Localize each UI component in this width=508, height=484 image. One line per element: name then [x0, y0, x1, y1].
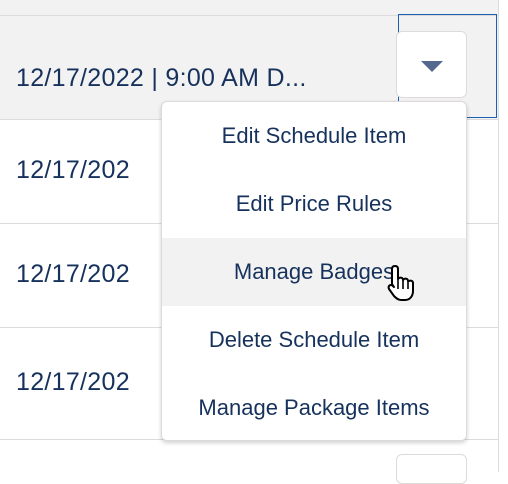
row-datetime: 12/17/202: [16, 368, 130, 396]
row-actions-button[interactable]: [396, 454, 467, 484]
menu-item-manage-package-items[interactable]: Manage Package Items: [162, 374, 466, 442]
row-datetime: 12/17/2022 | 9:00 AM D...: [16, 64, 307, 92]
scroll-edge: [498, 0, 508, 472]
row-datetime: 12/17/202: [16, 260, 130, 288]
menu-item-edit-schedule-item[interactable]: Edit Schedule Item: [162, 102, 466, 170]
chevron-down-icon: [421, 61, 443, 72]
menu-item-edit-price-rules[interactable]: Edit Price Rules: [162, 170, 466, 238]
menu-item-manage-badges[interactable]: Manage Badges: [162, 238, 466, 306]
row-actions-menu: Edit Schedule Item Edit Price Rules Mana…: [161, 101, 467, 441]
row-actions-button[interactable]: [396, 31, 467, 98]
row-datetime: 12/17/202: [16, 156, 130, 184]
hand-pointer-icon: [387, 265, 414, 301]
menu-item-delete-schedule-item[interactable]: Delete Schedule Item: [162, 306, 466, 374]
